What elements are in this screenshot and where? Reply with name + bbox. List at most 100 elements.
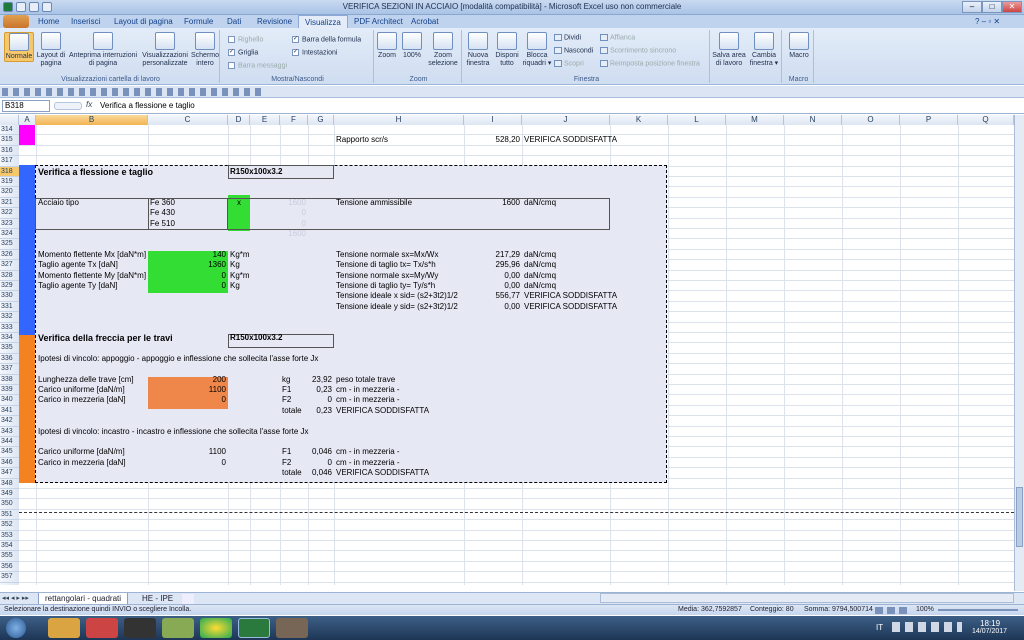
sheet-nav-arrows[interactable]: ◂◂ ◂ ▸ ▸▸ — [2, 594, 29, 602]
tab-inserisci[interactable]: Inserisci — [65, 15, 106, 28]
tab-dati[interactable]: Dati — [221, 15, 247, 28]
cell-c339[interactable]: 1100 — [150, 385, 226, 395]
cell-i321[interactable]: 1600 — [466, 198, 520, 208]
cell-b334[interactable]: Verifica della freccia per le travi — [38, 333, 173, 343]
row-header-353[interactable]: 353 — [0, 531, 19, 541]
tab-acrobat[interactable]: Acrobat — [405, 15, 445, 28]
col-header-k[interactable]: K — [610, 115, 668, 125]
side-by-side-button[interactable]: Affianca — [600, 34, 635, 41]
cell-b340[interactable]: Carico in mezzeria [daN] — [38, 395, 126, 405]
cell-g339[interactable]: 0,23 — [310, 385, 332, 395]
cell-h328[interactable]: Tensione normale sx=My/Wy — [336, 271, 438, 281]
help-icon[interactable]: ? – ▫ ✕ — [975, 17, 1015, 27]
horizontal-scrollbar[interactable] — [600, 593, 1014, 603]
cell-b339[interactable]: Carico uniforme [daN/m] — [38, 385, 125, 395]
cell-j328[interactable]: daN/cmq — [524, 271, 556, 281]
row-header-339[interactable]: 339 — [0, 385, 19, 396]
vertical-scroll-thumb[interactable] — [1016, 487, 1023, 547]
row-header-343[interactable]: 343 — [0, 427, 19, 437]
cell-c346[interactable]: 0 — [150, 458, 226, 468]
cell-h330[interactable]: Tensione ideale x sid= (s2+3t2)1/2 — [336, 291, 458, 301]
reset-window-button[interactable]: Reimposta posizione finestra — [600, 60, 700, 67]
col-header-q[interactable]: Q — [958, 115, 1014, 125]
col-header-c[interactable]: C — [148, 115, 228, 125]
cell-h341[interactable]: VERIFICA SODDISFATTA — [336, 406, 429, 416]
zoom-100-button[interactable]: 100% — [400, 32, 424, 60]
row-header-347[interactable]: 347 — [0, 468, 19, 479]
fx-icon[interactable]: fx — [86, 100, 92, 109]
cell-d334[interactable]: R150x100x3.2 — [230, 333, 283, 343]
cell-f322[interactable]: 0 — [282, 208, 306, 218]
row-header-352[interactable]: 352 — [0, 520, 19, 531]
excel-taskbar-icon[interactable] — [238, 618, 270, 638]
row-header-321[interactable]: 321 — [0, 198, 19, 209]
col-header-o[interactable]: O — [842, 115, 900, 125]
cell-f321[interactable]: 1600 — [282, 198, 306, 208]
cell-c329[interactable]: 0 — [150, 281, 226, 291]
row-header-336[interactable]: 336 — [0, 354, 19, 365]
cell-f324[interactable]: 1600 — [282, 229, 306, 239]
cell-c345[interactable]: 1100 — [150, 447, 226, 457]
col-header-d[interactable]: D — [228, 115, 250, 125]
cell-f340[interactable]: F2 — [282, 395, 291, 405]
chrome-icon[interactable] — [200, 618, 232, 638]
zoom-slider[interactable] — [938, 609, 1018, 611]
cell-b321[interactable]: Acciaio tipo — [38, 198, 79, 208]
cell-g347[interactable]: 0,046 — [310, 468, 332, 478]
cell-h339[interactable]: cm - in mezzeria - — [336, 385, 400, 395]
row-header-314[interactable]: 314 — [0, 125, 19, 136]
cell-g340[interactable]: 0 — [310, 395, 332, 405]
macro-button[interactable]: Macro — [786, 32, 812, 60]
language-indicator[interactable]: IT — [876, 623, 883, 632]
media-player-icon[interactable] — [86, 618, 118, 638]
new-sheet-icon[interactable] — [182, 594, 194, 604]
row-header-351[interactable]: 351 — [0, 510, 19, 521]
row-header-319[interactable]: 319 — [0, 177, 19, 188]
row-header-354[interactable]: 354 — [0, 541, 19, 552]
cell-j329[interactable]: daN/cmq — [524, 281, 556, 291]
cell-h346[interactable]: cm - in mezzeria - — [336, 458, 400, 468]
cell-f346[interactable]: F2 — [282, 458, 291, 468]
cell-g341[interactable]: 0,23 — [310, 406, 332, 416]
row-header-332[interactable]: 332 — [0, 312, 19, 323]
formula-controls[interactable] — [54, 102, 82, 110]
cell-h331[interactable]: Tensione ideale y sid= (s2+3t2)1/2 — [336, 302, 458, 312]
row-header-326[interactable]: 326 — [0, 250, 19, 261]
ruler-checkbox[interactable]: Righello — [228, 36, 263, 43]
vertical-scrollbar[interactable] — [1014, 115, 1024, 591]
cell-j331[interactable]: VERIFICA SODDISFATTA — [524, 302, 617, 312]
cell-i328[interactable]: 0,00 — [466, 271, 520, 281]
row-header-349[interactable]: 349 — [0, 489, 19, 500]
row-header-357[interactable]: 357 — [0, 572, 19, 583]
row-header-316[interactable]: 316 — [0, 146, 19, 157]
cell-c323[interactable]: Fe 510 — [150, 219, 175, 229]
cell-c327[interactable]: 1360 — [150, 260, 226, 270]
hide-button[interactable]: Nascondi — [554, 47, 593, 54]
row-header-317[interactable]: 317 — [0, 156, 19, 167]
cell-f341[interactable]: totale — [282, 406, 302, 416]
worksheet-grid[interactable]: Rapporto scr/s 528,20 VERIFICA SODDISFATTA… — [19, 125, 1024, 585]
custom-views-button[interactable]: Visualizzazioni personalizzate — [140, 32, 190, 68]
cell-d318[interactable]: R150x100x3.2 — [230, 167, 283, 177]
col-header-e[interactable]: E — [250, 115, 280, 125]
cell-b346[interactable]: Carico in mezzeria [daN] — [38, 458, 126, 468]
row-header-350[interactable]: 350 — [0, 499, 19, 510]
cell-h327[interactable]: Tensione di taglio tx= Tx/s*h — [336, 260, 436, 270]
tab-revisione[interactable]: Revisione — [251, 15, 298, 28]
cell-c321[interactable]: Fe 360 — [150, 198, 175, 208]
maximize-button[interactable]: □ — [982, 1, 1002, 13]
row-header-341[interactable]: 341 — [0, 406, 19, 417]
row-header-318[interactable]: 318 — [0, 166, 19, 177]
zoom-level[interactable]: 100% — [916, 606, 934, 613]
save-workspace-button[interactable]: Salva area di lavoro — [712, 32, 746, 68]
cell-f338[interactable]: kg — [282, 375, 290, 385]
tab-layout[interactable]: Layout di pagina — [108, 15, 179, 28]
cell-j326[interactable]: daN/cmq — [524, 250, 556, 260]
col-header-a[interactable]: A — [19, 115, 36, 125]
cell-b327[interactable]: Taglio agente Tx [daN] — [38, 260, 118, 270]
row-header-338[interactable]: 338 — [0, 375, 19, 385]
row-header-342[interactable]: 342 — [0, 416, 19, 427]
cell-i329[interactable]: 0,00 — [466, 281, 520, 291]
col-header-n[interactable]: N — [784, 115, 842, 125]
unhide-button[interactable]: Scopri — [554, 60, 584, 67]
